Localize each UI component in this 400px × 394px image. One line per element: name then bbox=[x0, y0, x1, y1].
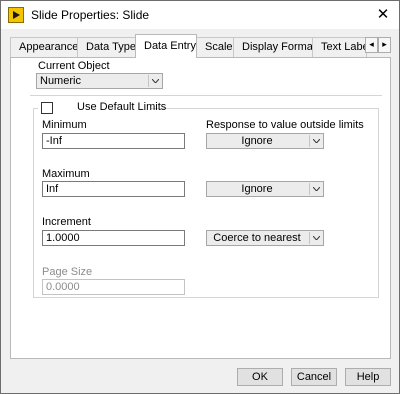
chevron-left-icon: ◂ bbox=[369, 39, 374, 49]
tab-label: Display Format bbox=[242, 41, 316, 53]
tab-data-entry[interactable]: Data Entry bbox=[135, 34, 197, 58]
increment-input[interactable]: 1.0000 bbox=[42, 230, 185, 246]
minimum-label: Minimum bbox=[42, 119, 87, 131]
increment-response-dropdown[interactable]: Coerce to nearest bbox=[206, 230, 324, 246]
tab-label: Scale bbox=[205, 41, 233, 53]
tab-data-type[interactable]: Data Type bbox=[77, 37, 136, 57]
title-bar: Slide Properties: Slide ✕ bbox=[1, 1, 399, 29]
chevron-right-icon: ▸ bbox=[382, 39, 387, 49]
minimum-response-dropdown[interactable]: Ignore bbox=[206, 133, 324, 149]
tab-scale[interactable]: Scale bbox=[196, 37, 234, 57]
tab-display-format[interactable]: Display Format bbox=[233, 37, 316, 57]
tab-scroll-left[interactable]: ◂ bbox=[365, 37, 378, 53]
tab-appearance[interactable]: Appearance bbox=[10, 37, 78, 57]
minimum-response-value: Ignore bbox=[241, 135, 273, 147]
use-default-limits-checkbox[interactable] bbox=[41, 102, 53, 114]
close-icon: ✕ bbox=[376, 6, 390, 23]
tab-label: Data Type bbox=[86, 41, 136, 53]
maximum-response-dropdown[interactable]: Ignore bbox=[206, 181, 324, 197]
divider bbox=[30, 95, 382, 96]
maximum-response-value: Ignore bbox=[241, 183, 273, 195]
maximum-label: Maximum bbox=[42, 168, 90, 180]
cancel-button[interactable]: Cancel bbox=[291, 368, 337, 386]
tab-label: Appearance bbox=[19, 41, 79, 53]
ok-button[interactable]: OK bbox=[237, 368, 283, 386]
response-header: Response to value outside limits bbox=[206, 119, 364, 131]
current-object-label: Current Object bbox=[38, 60, 110, 72]
slide-properties-dialog: Slide Properties: Slide ✕ Appearance Dat… bbox=[0, 0, 400, 394]
tab-panel-data-entry: Current Object Numeric Use Default Limit… bbox=[10, 57, 391, 359]
close-button[interactable]: ✕ bbox=[367, 1, 399, 29]
tab-text-label[interactable]: Text Label bbox=[312, 37, 367, 57]
chevron-down-icon bbox=[309, 135, 322, 147]
chevron-down-icon bbox=[309, 232, 322, 244]
tab-scroll-right[interactable]: ▸ bbox=[378, 37, 391, 53]
current-object-value: Numeric bbox=[40, 75, 81, 87]
app-icon bbox=[8, 7, 24, 23]
default-limits-row: Use Default Limits bbox=[38, 101, 166, 115]
page-size-label: Page Size bbox=[42, 266, 93, 278]
increment-label: Increment bbox=[42, 216, 91, 228]
chevron-down-icon bbox=[309, 183, 322, 195]
page-size-input: 0.0000 bbox=[42, 279, 185, 295]
use-default-limits-label: Use Default Limits bbox=[77, 101, 167, 113]
maximum-input[interactable]: Inf bbox=[42, 181, 185, 197]
tab-label: Text Label bbox=[321, 41, 367, 53]
tab-label: Data Entry bbox=[144, 40, 196, 52]
increment-response-value: Coerce to nearest bbox=[213, 232, 301, 244]
current-object-dropdown[interactable]: Numeric bbox=[36, 73, 163, 89]
chevron-down-icon bbox=[148, 75, 161, 87]
minimum-input[interactable]: -Inf bbox=[42, 133, 185, 149]
help-button[interactable]: Help bbox=[345, 368, 391, 386]
window-title: Slide Properties: Slide bbox=[31, 8, 150, 22]
